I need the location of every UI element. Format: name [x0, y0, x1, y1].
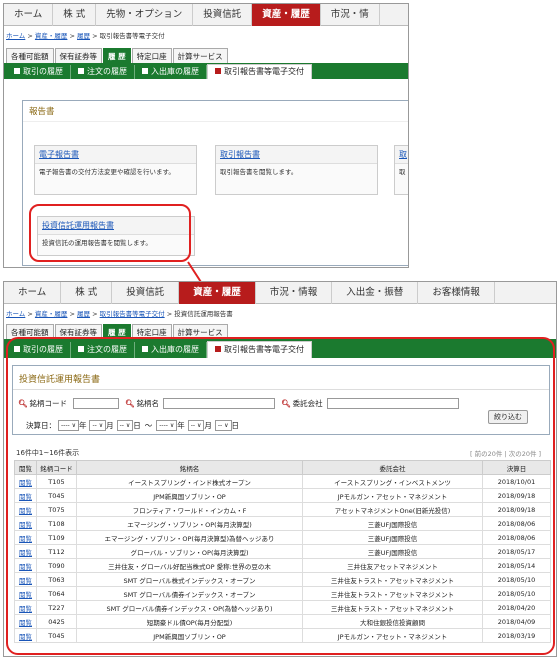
breadcrumb-home[interactable]: ホーム	[6, 310, 25, 318]
gnav-stock[interactable]: 株 式	[61, 282, 113, 304]
square-icon	[215, 68, 221, 74]
breadcrumb-e-delivery[interactable]: 取引報告書等電子交付	[100, 310, 165, 318]
gnav-fund[interactable]: 投資信託	[193, 4, 253, 26]
global-nav: ホーム 株 式 先物・オプション 投資信託 資産・履歴 市況・情	[4, 4, 408, 26]
gnav-assets[interactable]: 資産・履歴	[252, 4, 321, 26]
section-title: 報告書	[23, 101, 408, 122]
square-icon	[78, 68, 84, 74]
tab-transfer-history[interactable]: 入出庫の履歴	[135, 65, 207, 79]
link-partial[interactable]: 取	[395, 146, 408, 164]
gnav-home[interactable]: ホーム	[4, 282, 62, 304]
breadcrumb-assets[interactable]: 資産・履歴	[35, 32, 68, 40]
gnav-assets[interactable]: 資産・履歴	[179, 282, 256, 304]
tab-e-delivery[interactable]: 取引報告書等電子交付	[207, 64, 312, 79]
tab-history[interactable]: 履 歴	[103, 48, 131, 63]
gnav-market[interactable]: 市況・情報	[256, 282, 333, 304]
global-nav: ホーム 株 式 投資信託 資産・履歴 市況・情報 入出金・振替 お客様情報	[4, 282, 556, 304]
breadcrumb: ホーム > 資産・履歴 > 履歴 > 取引報告書等電子交付 > 投資信託運用報告…	[6, 310, 233, 318]
highlight-frame	[6, 337, 555, 655]
card-desc: 取引報告書を閲覧します。	[220, 168, 298, 176]
card-trade-report: 取引報告書 取引報告書を閲覧します。	[215, 145, 378, 195]
gnav-stock[interactable]: 株 式	[53, 4, 97, 26]
gnav-customer[interactable]: お客様情報	[418, 282, 495, 304]
bottom-screenshot: ホーム 株 式 投資信託 資産・履歴 市況・情報 入出金・振替 お客様情報 ホー…	[3, 281, 557, 657]
card-desc: 取	[399, 168, 406, 176]
tab-specific-account[interactable]: 特定口座	[131, 48, 172, 63]
gnav-deposit[interactable]: 入出金・振替	[332, 282, 419, 304]
top-screenshot: ホーム 株 式 先物・オプション 投資信託 資産・履歴 市況・情 ホーム > 資…	[3, 3, 409, 268]
tab-trade-history[interactable]: 取引の履歴	[7, 65, 71, 79]
highlight-circle	[29, 204, 191, 262]
card-e-report: 電子報告書 電子報告書の交付方法変更や確認を行います。	[34, 145, 197, 195]
square-icon	[14, 68, 20, 74]
tab-available[interactable]: 各種可能額	[6, 48, 54, 63]
gnav-market[interactable]: 市況・情	[321, 4, 380, 26]
tab-calc-service[interactable]: 計算サービス	[172, 48, 228, 63]
breadcrumb: ホーム > 資産・履歴 > 履歴 > 取引報告書等電子交付	[6, 32, 165, 40]
link-trade-report[interactable]: 取引報告書	[216, 146, 377, 164]
sub-tabs: 各種可能額 保有証券等 履 歴 特定口座 計算サービス	[6, 48, 229, 63]
gnav-fund[interactable]: 投資信託	[112, 282, 180, 304]
breadcrumb-current: 投資信託運用報告書	[174, 310, 233, 318]
gnav-futures[interactable]: 先物・オプション	[96, 4, 194, 26]
history-tabs: 取引の履歴 注文の履歴 入出庫の履歴 取引報告書等電子交付	[4, 63, 408, 79]
square-icon	[142, 68, 148, 74]
link-e-report[interactable]: 電子報告書	[35, 146, 196, 164]
breadcrumb-home[interactable]: ホーム	[6, 32, 25, 40]
breadcrumb-history[interactable]: 履歴	[77, 32, 90, 40]
card-partial: 取 取	[394, 145, 408, 195]
tab-holdings[interactable]: 保有証券等	[54, 48, 102, 63]
breadcrumb-assets[interactable]: 資産・履歴	[35, 310, 68, 318]
gnav-home[interactable]: ホーム	[4, 4, 54, 26]
breadcrumb-current: 取引報告書等電子交付	[99, 32, 165, 40]
card-desc: 電子報告書の交付方法変更や確認を行います。	[39, 168, 175, 176]
breadcrumb-history[interactable]: 履歴	[77, 310, 90, 318]
tab-order-history[interactable]: 注文の履歴	[71, 65, 135, 79]
